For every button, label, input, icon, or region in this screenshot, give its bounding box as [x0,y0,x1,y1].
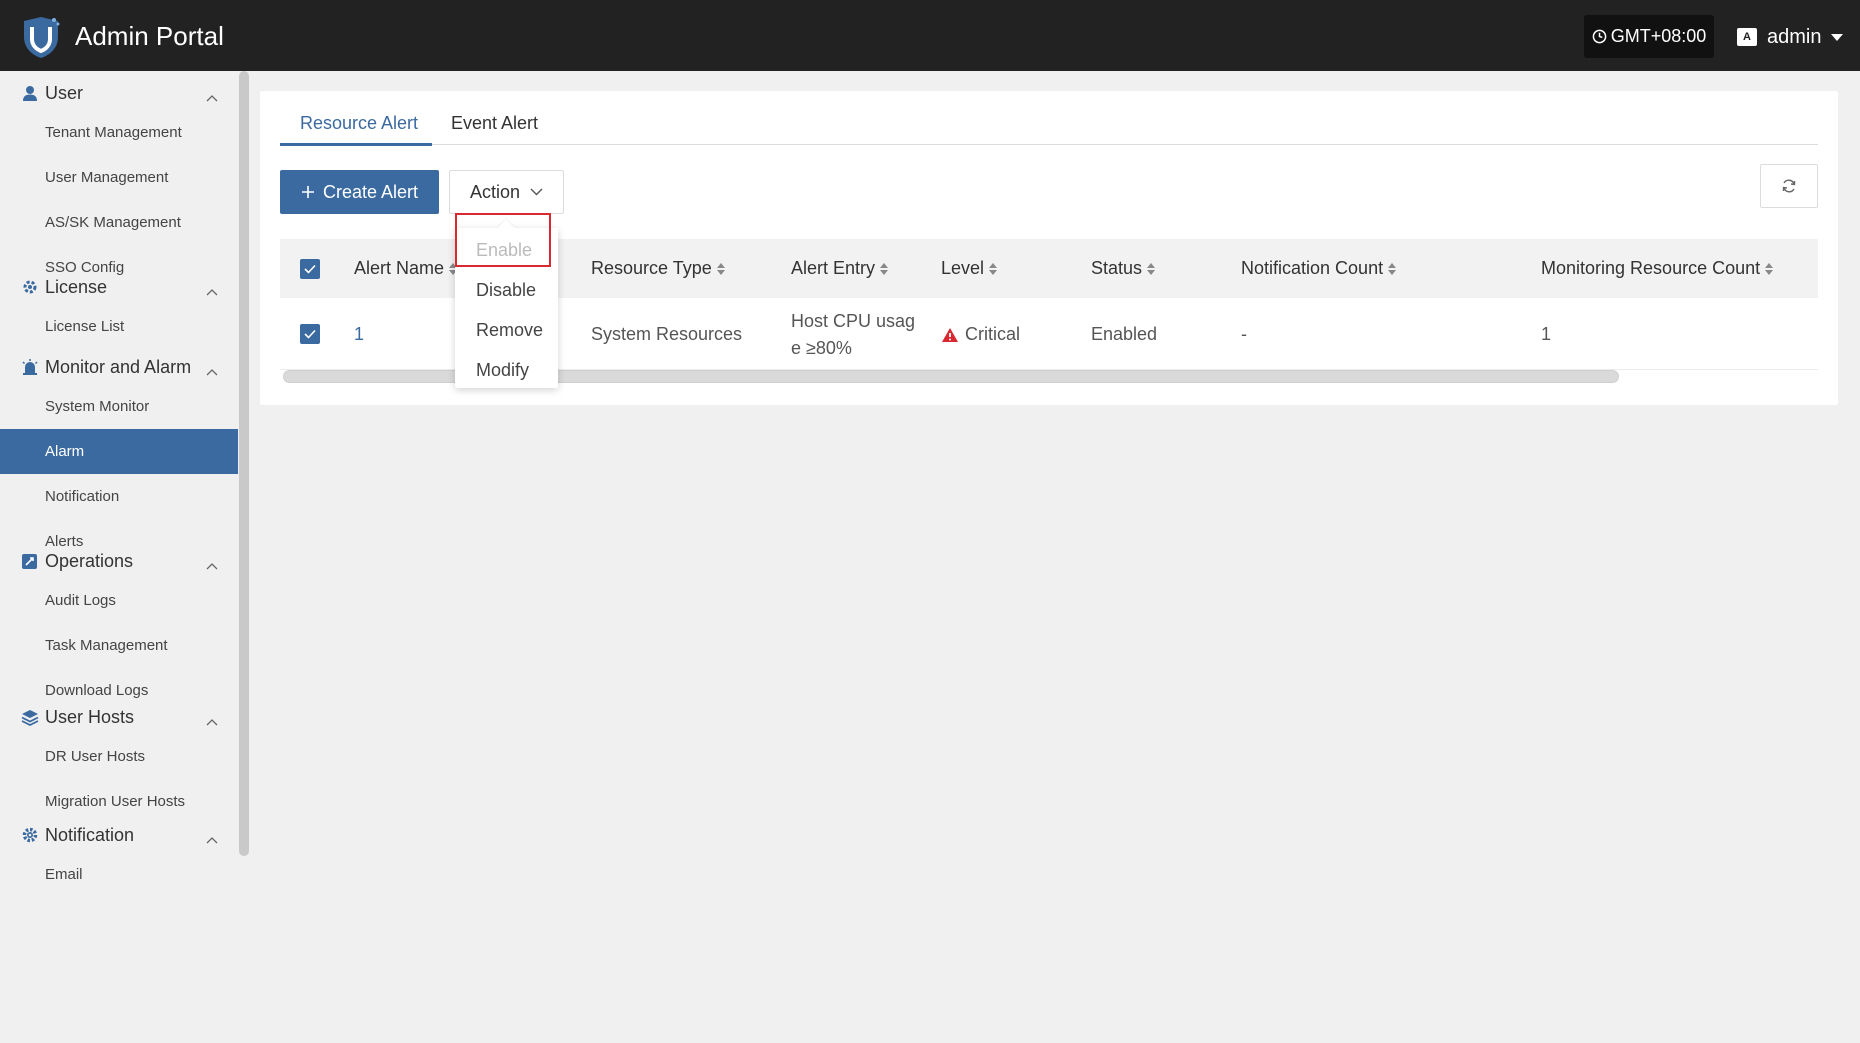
sidebar-scrollbar[interactable] [239,71,249,856]
alert-entry-cell-line2: e ≥80% [791,338,852,358]
column-label: Resource Type [591,258,712,278]
sidebar-group-notification[interactable]: Notification [0,813,238,857]
column-label: Alert Name [354,258,445,278]
operations-icon [20,552,39,571]
alert-entry-cell-line1: Host CPU usag [791,311,916,331]
user-menu[interactable]: A admin [1737,22,1844,52]
alert-name-link[interactable]: 1 [354,324,364,345]
sidebar-item-alarm[interactable]: Alarm [0,429,238,474]
check-icon [304,264,316,274]
menu-item-enable[interactable]: Enable [476,240,532,261]
column-label: Level [941,258,985,278]
chevron-up-icon[interactable] [206,86,218,102]
row-checkbox[interactable] [300,324,320,344]
clock-icon [1592,29,1607,44]
sidebar-group-label: Operations [45,550,134,571]
sidebar-item-notification[interactable]: Notification [0,474,238,519]
timezone-label: GMT+08:00 [1610,26,1707,46]
sort-icon [1765,262,1774,275]
sidebar-item-audit-logs[interactable]: Audit Logs [0,578,238,623]
sidebar-item-task-management[interactable]: Task Management [0,623,238,668]
sidebar-group-user[interactable]: User [0,71,238,115]
sidebar: User Tenant Management User Management AS/S… [0,71,238,1043]
create-alert-label: Create Alert [322,181,419,202]
column-label: Status [1091,258,1143,278]
refresh-button[interactable] [1760,164,1818,208]
sidebar-group-label: Monitor and Alarm [45,356,192,377]
license-gear-icon [20,278,39,297]
sidebar-item-system-monitor[interactable]: System Monitor [0,384,238,429]
sidebar-group-label: User [45,82,84,103]
menu-item-disable[interactable]: Disable [476,280,536,301]
action-label: Action [469,181,521,202]
warning-triangle-icon [942,327,958,342]
notification-count-cell: - [1241,324,1247,344]
column-label: Alert Entry [791,258,876,278]
layers-icon [20,708,39,727]
caret-down-icon [1831,33,1844,41]
sidebar-item-license-list[interactable]: License List [0,304,238,349]
sort-icon [716,262,725,275]
plus-icon [301,186,314,198]
sidebar-group-label: User Hosts [45,706,135,727]
create-alert-button[interactable]: Create Alert [280,170,439,214]
active-tab-indicator [280,143,432,146]
gear-icon [20,826,39,845]
username-label: admin [1767,25,1822,48]
chevron-up-icon[interactable] [206,360,218,376]
column-header-status[interactable]: Status [1091,258,1156,279]
tab-event-alert[interactable]: Event Alert [451,113,538,134]
menu-item-modify[interactable]: Modify [476,360,529,381]
level-cell: Critical [941,324,1020,345]
sidebar-group-operations[interactable]: Operations [0,539,238,583]
sidebar-group-license[interactable]: License [0,265,238,309]
timezone-display[interactable]: GMT+08:00 [1584,15,1714,58]
resource-type-cell: System Resources [591,324,743,344]
sort-icon [1388,262,1397,275]
sidebar-group-label: License [45,276,108,297]
column-label: Notification Count [1241,258,1384,278]
tabs-divider [280,144,1818,145]
tab-resource-alert[interactable]: Resource Alert [300,113,418,134]
monitoring-resource-count-cell: 1 [1541,324,1552,344]
menu-item-remove[interactable]: Remove [476,320,543,341]
level-label: Critical [965,324,1021,344]
chevron-up-icon[interactable] [206,554,218,570]
refresh-icon [1782,179,1796,193]
sidebar-item-as-sk-management[interactable]: AS/SK Management [0,200,238,245]
action-dropdown-button[interactable]: Action [449,170,564,214]
sort-icon [1147,262,1156,275]
column-header-alert-entry[interactable]: Alert Entry [791,258,889,279]
column-header-monitoring-resource-count[interactable]: Monitoring Resource Count [1541,258,1774,279]
sort-icon [880,262,889,275]
sidebar-group-label: Notification [45,824,135,845]
chevron-up-icon[interactable] [206,828,218,844]
sidebar-group-user-hosts[interactable]: User Hosts [0,695,238,739]
sidebar-item-user-management[interactable]: User Management [0,155,238,200]
column-header-alert-name[interactable]: Alert Name [354,258,458,279]
shield-logo-icon [24,17,60,58]
user-icon [20,84,39,103]
column-header-notification-count[interactable]: Notification Count [1241,258,1397,279]
sort-icon [989,262,998,275]
column-label: Monitoring Resource Count [1541,258,1761,278]
sidebar-item-email[interactable]: Email [0,852,238,897]
check-icon [304,329,316,339]
alarm-icon [20,358,39,377]
top-header: Admin Portal GMT+08:00 A admin [0,0,1860,71]
status-cell: Enabled [1091,324,1158,344]
column-header-level[interactable]: Level [941,258,998,279]
chevron-up-icon[interactable] [206,280,218,296]
sidebar-item-tenant-management[interactable]: Tenant Management [0,110,238,155]
sidebar-group-monitor-and-alarm[interactable]: Monitor and Alarm [0,345,238,389]
sidebar-item-dr-user-hosts[interactable]: DR User Hosts [0,734,238,779]
column-header-resource-type[interactable]: Resource Type [591,258,725,279]
chevron-up-icon[interactable] [206,710,218,726]
app-title: Admin Portal [75,21,224,51]
language-icon[interactable]: A [1737,28,1757,46]
chevron-down-icon [530,188,543,196]
select-all-checkbox[interactable] [300,259,320,279]
